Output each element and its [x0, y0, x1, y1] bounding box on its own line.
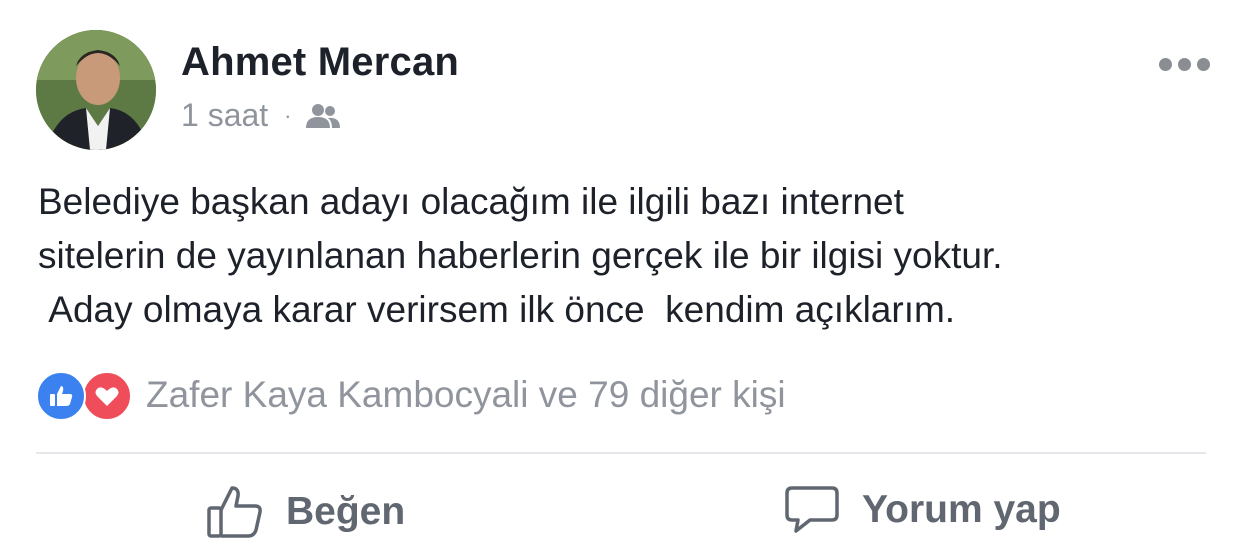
friends-icon[interactable] — [304, 102, 342, 130]
comment-label: Yorum yap — [862, 488, 1061, 531]
reaction-summary[interactable]: Zafer Kaya Kambocyali ve 79 diğer kişi — [146, 374, 786, 416]
author-avatar[interactable] — [36, 30, 156, 150]
author-name[interactable]: Ahmet Mercan — [181, 40, 459, 85]
like-button[interactable]: Beğen — [206, 484, 405, 540]
comment-bubble-icon — [785, 486, 839, 533]
love-reaction-icon — [82, 371, 132, 421]
avatar-photo — [36, 30, 156, 150]
post-timestamp[interactable]: 1 saat — [181, 97, 268, 134]
thumbs-up-icon — [207, 486, 262, 538]
more-options-button[interactable] — [1159, 58, 1210, 71]
meta-separator: · — [284, 102, 292, 128]
more-dot-icon — [1159, 58, 1172, 71]
more-dot-icon — [1197, 58, 1210, 71]
post-body: Belediye başkan adayı olacağım ile ilgil… — [38, 181, 1003, 330]
more-dot-icon — [1178, 58, 1191, 71]
like-reaction-icon — [36, 371, 86, 421]
comment-button[interactable]: Yorum yap — [784, 484, 1061, 536]
reaction-icons — [36, 371, 132, 421]
post-meta: 1 saat · — [181, 97, 342, 134]
like-label: Beğen — [286, 490, 406, 533]
reactions-bar[interactable]: Zafer Kaya Kambocyali ve 79 diğer kişi — [36, 371, 786, 421]
divider — [36, 452, 1206, 454]
